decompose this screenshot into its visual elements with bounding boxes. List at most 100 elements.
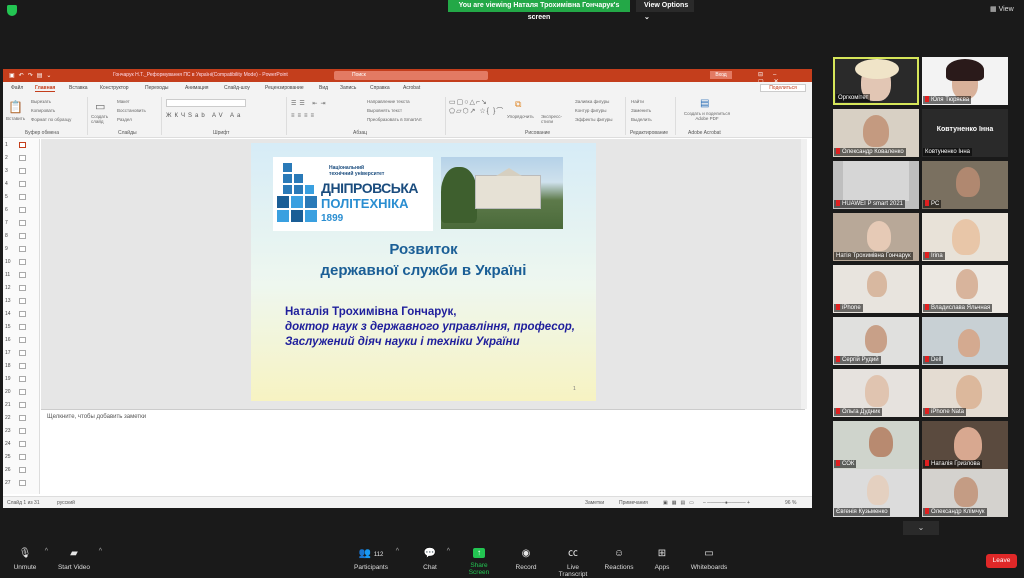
slide-thumbnail[interactable]: 12 (5, 284, 35, 293)
notes-toggle[interactable]: Заметки (585, 500, 604, 506)
security-shield-icon[interactable] (7, 5, 17, 16)
zoom-level[interactable]: 96 % (785, 500, 796, 506)
participant-tile[interactable]: iPhone (833, 265, 919, 313)
participant-tile[interactable]: Dell (922, 317, 1008, 365)
slide-thumbnail[interactable]: 15 (5, 323, 35, 332)
tab-record[interactable]: Запись (340, 85, 356, 91)
find-button[interactable]: Найти (631, 99, 644, 104)
tab-acrobat[interactable]: Acrobat (403, 85, 420, 91)
align-buttons[interactable]: ≡≡≡≡ (291, 113, 317, 119)
cut-button[interactable]: Вырезать (31, 99, 51, 104)
participant-tile[interactable]: Оргкомітет (833, 57, 919, 105)
smartart-button[interactable]: Преобразовать в SmartArt (367, 117, 422, 122)
chevron-up-icon[interactable]: ^ (45, 548, 48, 555)
view-button[interactable]: ▦ View (990, 5, 1014, 13)
slide-thumbnail[interactable]: 7 (5, 219, 35, 228)
paste-button[interactable]: Вставить (6, 116, 25, 121)
tab-file[interactable]: Файл (11, 85, 23, 91)
slide-thumbnail[interactable]: 2 (5, 154, 35, 163)
slide-thumbnail[interactable]: 21 (5, 401, 35, 410)
tab-animation[interactable]: Анимация (185, 85, 208, 91)
slide-thumbnail[interactable]: 5 (5, 193, 35, 202)
participant-tile[interactable]: Олександр Коваленко (833, 109, 919, 157)
slide-thumbnail[interactable]: 16 (5, 336, 35, 345)
chevron-up-icon[interactable]: ^ (99, 548, 102, 555)
slide-thumbnail[interactable]: 23 (5, 427, 35, 436)
share-screen-button[interactable]: ↑ Share Screen (460, 548, 498, 576)
paste-icon[interactable]: 📋 (8, 100, 23, 114)
participant-tile[interactable]: СОК (833, 421, 919, 469)
acrobat-pdf-button[interactable]: Создать и поделиться Adobe PDF (679, 111, 735, 121)
participant-tile[interactable]: Наталія Гризлова (922, 421, 1008, 469)
slide-thumbnail[interactable]: 17 (5, 349, 35, 358)
slide-thumbnail[interactable]: 1 (5, 141, 35, 150)
arrange-button[interactable]: Упорядочить (507, 114, 534, 119)
search-input[interactable]: Поиск (334, 71, 488, 80)
record-button[interactable]: ◉ Record (515, 548, 537, 571)
apps-button[interactable]: ⊞ Apps (653, 548, 671, 571)
shapes-gallery[interactable]: ▭▢○△⌐↘ ⬠▱⬡↗ ☆{ }⌒ (449, 98, 505, 116)
copy-button[interactable]: Копировать (31, 108, 55, 113)
comments-toggle[interactable]: Примечания (619, 500, 648, 506)
live-transcript-button[interactable]: ㏄ Live Transcript (552, 548, 594, 578)
slide-thumbnail[interactable]: 11 (5, 271, 35, 280)
slide-thumbnail[interactable]: 4 (5, 180, 35, 189)
tab-home[interactable]: Главная (35, 85, 56, 92)
replace-button[interactable]: Заменить (631, 108, 651, 113)
sign-in-button[interactable]: Вход (710, 71, 732, 79)
share-button[interactable]: Поделиться (760, 84, 806, 92)
leave-button[interactable]: Leave (986, 554, 1017, 568)
participant-tile[interactable]: Ольга Дудник (833, 369, 919, 417)
slide-thumbnail[interactable]: 22 (5, 414, 35, 423)
slide-thumbnail[interactable]: 10 (5, 258, 35, 267)
slide-thumbnail[interactable]: 27 (5, 479, 35, 488)
participant-tile[interactable]: Ковтуненко Інна Ковтуненко Інна (922, 109, 1008, 157)
section-button[interactable]: Раздел (117, 117, 132, 122)
shape-fill-button[interactable]: Заливка фигуры (575, 99, 609, 104)
slide-thumbnails-pane[interactable]: 1 2 3 4 5 6 7 8 9 10 11 12 13 14 15 16 1… (3, 139, 40, 494)
quick-access-toolbar[interactable]: ▣↶↷▤⌄ (9, 72, 55, 79)
unmute-button[interactable]: 🎙 Unmute ^ (12, 548, 48, 571)
participant-tile[interactable]: Сергій Рудий (833, 317, 919, 365)
tab-help[interactable]: Справка (370, 85, 390, 91)
arrange-icon[interactable]: ⧉ (515, 99, 521, 110)
zoom-slider[interactable]: – ─────●───── + (703, 500, 750, 506)
participant-tile[interactable]: HUAWEI P smart 2021 (833, 161, 919, 209)
slide-thumbnail[interactable]: 18 (5, 362, 35, 371)
quick-styles-button[interactable]: Экспресс-стили (541, 114, 565, 124)
participant-tile[interactable]: Олександр Клімчук (922, 469, 1008, 517)
tab-design[interactable]: Конструктор (100, 85, 129, 91)
layout-button[interactable]: Макет (117, 99, 130, 104)
participant-tile[interactable]: Юля Тюряєва (922, 57, 1008, 105)
new-slide-button[interactable]: Создать слайд (91, 114, 113, 124)
slide-thumbnail[interactable]: 26 (5, 466, 35, 475)
view-options-button[interactable]: View Options ⌄ (636, 0, 694, 21)
language-indicator[interactable]: русский (57, 500, 75, 506)
slide-thumbnail[interactable]: 3 (5, 167, 35, 176)
tab-view[interactable]: Вид (319, 85, 328, 91)
slide-thumbnail[interactable]: 19 (5, 375, 35, 384)
list-buttons[interactable]: ☰☰ ⇤⇥ (291, 100, 328, 107)
participant-tile[interactable]: Irina (922, 213, 1008, 261)
start-video-button[interactable]: ▰ Start Video ^ (56, 548, 102, 571)
view-mode-buttons[interactable]: ▣▦▤▭ (663, 500, 698, 506)
notes-pane[interactable]: Щелкните, чтобы добавить заметки (41, 409, 805, 494)
tab-review[interactable]: Рецензирование (265, 85, 304, 91)
whiteboards-button[interactable]: ▭ Whiteboards (690, 548, 728, 571)
participant-tile[interactable]: iPhone Nata (922, 369, 1008, 417)
gallery-expand-button[interactable]: ⌄ (903, 521, 939, 535)
select-button[interactable]: Выделить (631, 117, 652, 122)
slide-thumbnail[interactable]: 8 (5, 232, 35, 241)
slide-thumbnail[interactable]: 20 (5, 388, 35, 397)
slide-thumbnail[interactable]: 13 (5, 297, 35, 306)
font-format-buttons[interactable]: ЖКЧSab AV Aa (166, 113, 243, 119)
slide-thumbnail[interactable]: 9 (5, 245, 35, 254)
participant-tile[interactable]: PC (922, 161, 1008, 209)
align-text-button[interactable]: Выровнять текст (367, 108, 402, 113)
slide-thumbnail[interactable]: 14 (5, 310, 35, 319)
vertical-scrollbar[interactable] (801, 139, 807, 409)
participant-tile[interactable]: Натія Трохимівна Гончарук (833, 213, 919, 261)
text-direction-button[interactable]: Направление текста (367, 99, 410, 104)
acrobat-icon[interactable]: ▤ (700, 98, 709, 109)
tab-insert[interactable]: Вставка (69, 85, 88, 91)
